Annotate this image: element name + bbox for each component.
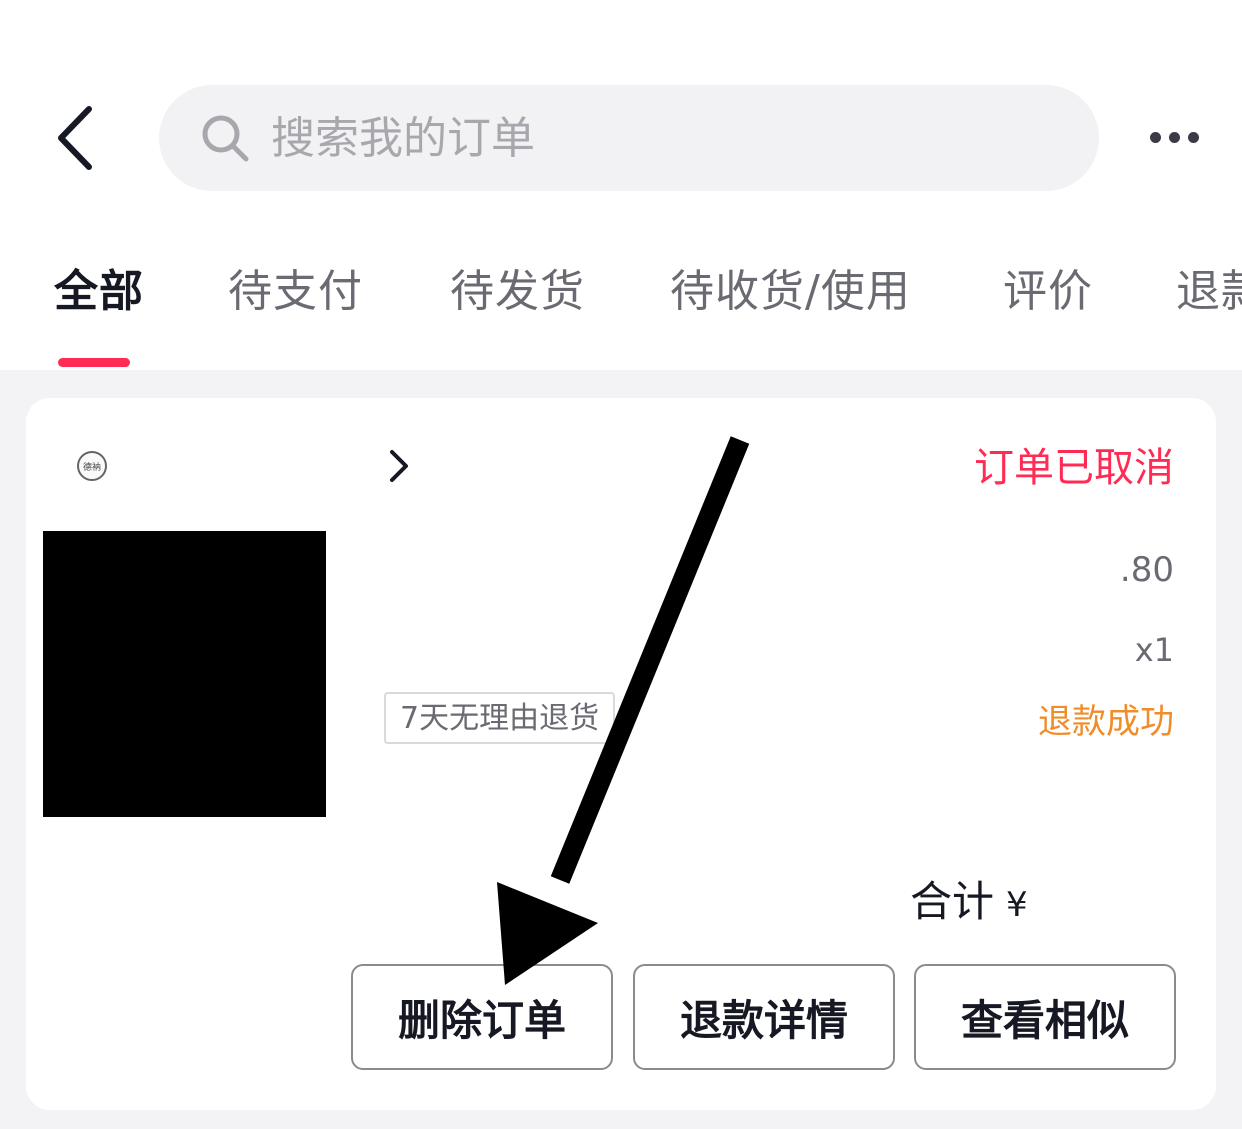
tab-all[interactable]: 全部 xyxy=(54,262,144,322)
order-list: 德衲 订单已取消 .80 x1 7天无理由退货 退款成功 合计 ¥ 删除订单 退款… xyxy=(0,370,1242,1129)
tab-pending-shipment[interactable]: 待发货 xyxy=(450,262,585,322)
refund-status[interactable]: 退款成功 xyxy=(1038,700,1174,744)
search-input[interactable] xyxy=(271,112,1031,164)
order-status: 订单已取消 xyxy=(974,445,1174,491)
search-icon xyxy=(199,112,251,164)
back-button[interactable] xyxy=(40,95,110,180)
delete-order-button[interactable]: 删除订单 xyxy=(351,964,613,1070)
product-quantity: x1 xyxy=(1134,631,1174,669)
active-tab-indicator xyxy=(58,358,130,367)
search-bar[interactable] xyxy=(159,85,1099,191)
total-label: 合计 xyxy=(910,877,995,926)
return-policy-tag: 7天无理由退货 xyxy=(384,692,616,744)
shop-logo[interactable]: 德衲 xyxy=(77,451,107,481)
tab-pending-receipt[interactable]: 待收货/使用 xyxy=(670,262,911,322)
order-card[interactable]: 德衲 订单已取消 .80 x1 7天无理由退货 退款成功 合计 ¥ 删除订单 退款… xyxy=(26,398,1216,1110)
more-button[interactable] xyxy=(1138,112,1210,162)
view-similar-button[interactable]: 查看相似 xyxy=(914,964,1176,1070)
tab-review[interactable]: 评价 xyxy=(1003,262,1093,322)
product-price: .80 xyxy=(1119,550,1174,590)
chevron-left-icon xyxy=(58,105,92,170)
tab-pending-payment[interactable]: 待支付 xyxy=(228,262,363,322)
product-image[interactable] xyxy=(43,531,326,817)
chevron-right-icon[interactable] xyxy=(384,446,414,486)
tab-refund[interactable]: 退款 xyxy=(1176,262,1242,322)
order-total: 合计 ¥ xyxy=(910,872,1028,935)
order-list-page: 全部 待支付 待发货 待收货/使用 评价 退款 德衲 订单已取消 .80 x1 … xyxy=(0,0,1242,1129)
order-tabs: 全部 待支付 待发货 待收货/使用 评价 退款 xyxy=(0,250,1242,370)
more-horizontal-icon xyxy=(1149,131,1161,143)
refund-detail-button[interactable]: 退款详情 xyxy=(633,964,895,1070)
total-currency: ¥ xyxy=(1006,885,1028,925)
